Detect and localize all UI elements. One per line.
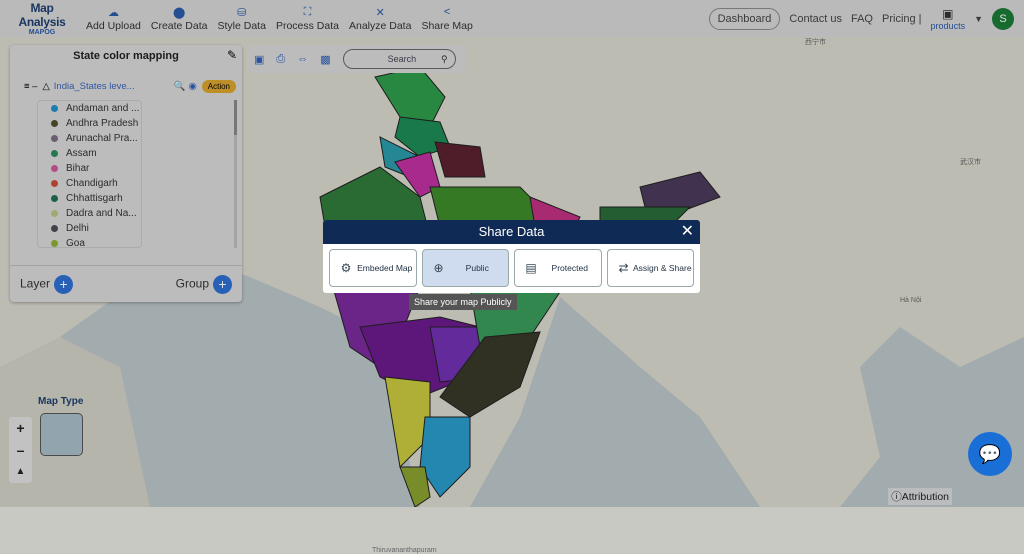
nav-analyze-data[interactable]: ✕ Analyze Data <box>344 6 416 32</box>
legend-item: Chandigarh <box>38 176 141 191</box>
close-icon[interactable]: ✕ <box>681 220 694 244</box>
assign-share-icon: ⇄ <box>618 261 629 275</box>
measure-icon[interactable]: ⇔ <box>297 53 308 65</box>
dashboard-button[interactable]: Dashboard <box>708 7 781 30</box>
color-dot <box>51 195 58 202</box>
share-option-public[interactable]: ⊕ Public <box>421 249 509 287</box>
legend-item: Assam <box>38 146 141 161</box>
layer-panel: State color mapping ✎ ≡ – △ India_States… <box>10 45 242 302</box>
color-dot <box>51 150 58 157</box>
compass-icon[interactable]: ▲ <box>9 461 32 483</box>
products-menu[interactable]: ▣ products <box>931 7 966 31</box>
color-dot <box>51 225 58 232</box>
faq-link[interactable]: FAQ <box>851 13 873 25</box>
legend-list: Andaman and ... Andhra Pradesh Arunachal P… <box>37 100 142 248</box>
map-type-thumbnail[interactable] <box>40 413 83 456</box>
zoom-in-button[interactable]: + <box>9 417 32 439</box>
tooltip: Share your map Publicly <box>409 294 517 310</box>
share-icon: < <box>443 5 451 18</box>
logo[interactable]: Map Analysis MAPOG <box>9 1 75 36</box>
embed-icon: ⚙ <box>340 261 352 275</box>
color-dot <box>51 165 58 172</box>
print-icon[interactable]: ⎙ <box>276 53 285 66</box>
scrollbar[interactable] <box>234 100 237 248</box>
modal-title: Share Data <box>478 224 545 239</box>
chat-button[interactable]: 💬 <box>968 432 1012 476</box>
paint-bucket-icon: ⛁ <box>237 6 247 19</box>
legend-item: Bihar <box>38 161 141 176</box>
color-dot <box>51 210 58 217</box>
analyze-icon: ✕ <box>375 6 385 19</box>
pricing-link[interactable]: Pricing | <box>882 13 922 25</box>
edit-icon[interactable]: ✎ <box>227 48 237 62</box>
color-dot <box>51 120 58 127</box>
chevron-down-icon[interactable]: ▼ <box>974 14 983 24</box>
focus-icon[interactable]: ▣ <box>254 53 264 66</box>
action-button[interactable]: Action <box>201 80 236 93</box>
share-data-modal: Share Data ✕ ⚙ Embeded Map ⊕ Public ▤ Protecte… <box>323 220 700 293</box>
attribution-button[interactable]: ⓘAttribution <box>888 488 952 505</box>
map-toolbar: ▣ ⎙ ⇔ ▩ Search ⚲ <box>247 45 465 73</box>
plus-icon: + <box>213 274 232 294</box>
legend-item: Arunachal Pra... <box>38 131 141 146</box>
map-type-label: Map Type <box>38 396 84 407</box>
share-option-embeded-map[interactable]: ⚙ Embeded Map <box>329 249 417 287</box>
legend-item: Andhra Pradesh <box>38 116 141 131</box>
nav-share-map[interactable]: < Share Map <box>416 6 477 32</box>
zoom-controls: + – ▲ <box>9 417 32 483</box>
process-icon: ⛶ <box>303 5 312 18</box>
legend-item: Dadra and Na... <box>38 206 141 221</box>
share-option-assign-share[interactable]: ⇄ Assign & Share <box>606 249 694 287</box>
nav-create-data[interactable]: ⬤ Create Data <box>146 6 213 32</box>
panel-title: State color mapping <box>73 50 179 62</box>
legend-item: Andaman and ... <box>38 101 141 116</box>
top-navbar: Map Analysis MAPOG ☁ Add Upload ⬤ Create Da… <box>0 0 1024 37</box>
legend-item: Delhi <box>38 221 141 236</box>
nav-style-data[interactable]: ⛁ Style Data <box>213 6 271 32</box>
color-dot <box>51 180 58 187</box>
add-layer-button[interactable]: Layer + <box>20 274 74 294</box>
protected-icon: ▤ <box>525 261 537 275</box>
color-dot <box>51 135 58 142</box>
eye-icon[interactable]: ◉ <box>188 81 196 92</box>
plus-icon: + <box>54 274 74 294</box>
nav-add-upload[interactable]: ☁ Add Upload <box>81 6 146 32</box>
map-pin-icon: ⬤ <box>173 6 186 19</box>
color-dot <box>51 240 58 247</box>
layer-name[interactable]: India_States leve... <box>54 81 135 92</box>
comment-icon[interactable]: ▩ <box>320 53 330 66</box>
contact-link[interactable]: Contact us <box>789 13 842 25</box>
polygon-icon: △ <box>42 81 50 92</box>
search-icon[interactable]: ⚲ <box>441 54 448 65</box>
nav-process-data[interactable]: ⛶ Process Data <box>271 6 344 32</box>
share-option-protected[interactable]: ▤ Protected <box>514 249 602 287</box>
search-input[interactable]: Search ⚲ <box>342 49 456 69</box>
color-dot <box>51 105 58 112</box>
cube-icon: ▣ <box>942 6 954 21</box>
zoom-out-button[interactable]: – <box>9 439 32 461</box>
legend-item: Chhattisgarh <box>38 191 141 206</box>
public-icon: ⊕ <box>433 261 444 275</box>
zoom-to-layer-icon[interactable]: 🔍 <box>174 81 186 92</box>
cloud-upload-icon: ☁ <box>107 6 119 19</box>
drag-handle-icon[interactable]: ≡ – <box>24 81 37 92</box>
add-group-button[interactable]: Group + <box>176 274 232 294</box>
info-icon: ⓘ <box>891 491 902 503</box>
legend-item: Goa <box>38 236 141 247</box>
avatar[interactable]: S <box>992 7 1014 30</box>
chat-icon: 💬 <box>978 443 1002 464</box>
